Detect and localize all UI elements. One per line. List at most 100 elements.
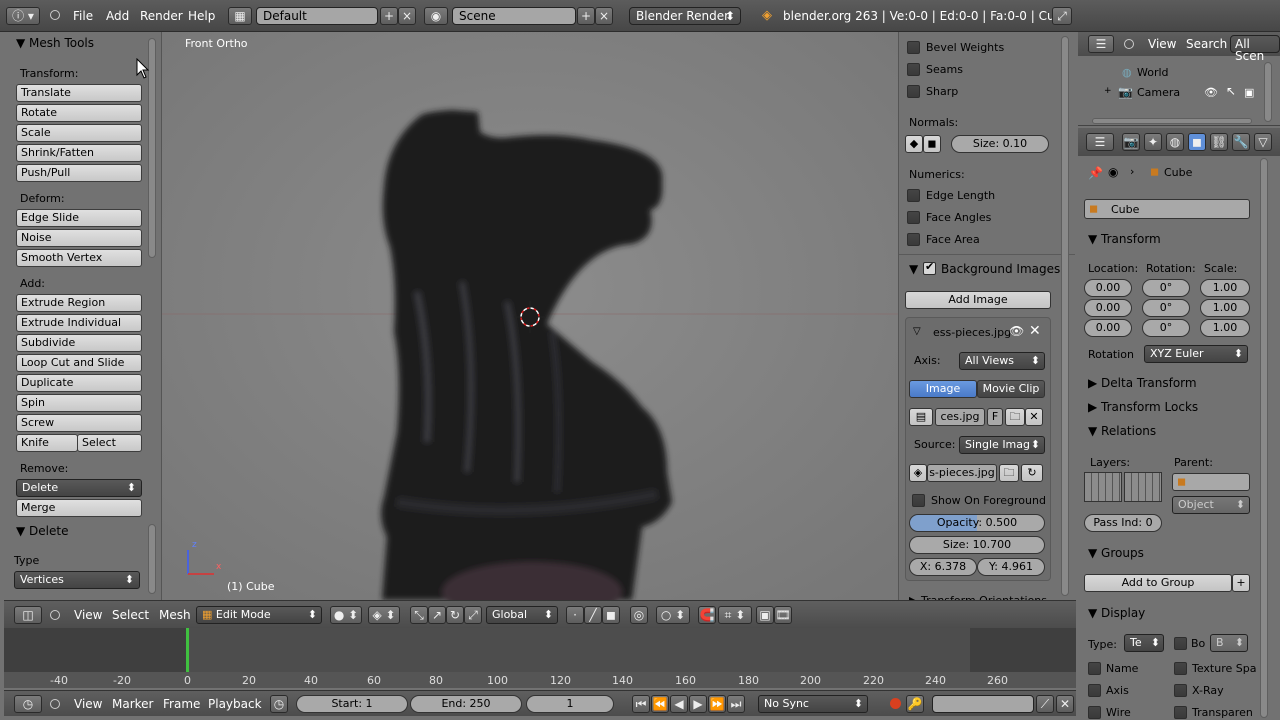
outliner-view-menu[interactable]: View <box>1148 37 1176 51</box>
timeline-area[interactable]: -40 -20 0 20 40 60 80 100 120 140 160 18… <box>4 628 1076 688</box>
edge-slide-button[interactable]: Edge Slide <box>16 209 142 227</box>
unlink-image-icon[interactable]: ✕ <box>1025 408 1043 426</box>
viewport-shading-icon[interactable]: ● ⬍ <box>330 606 362 624</box>
scene-field[interactable]: Scene <box>452 7 576 25</box>
shrink-fatten-button[interactable]: Shrink/Fatten <box>16 144 142 162</box>
axis-dropdown[interactable]: All Views ⬍ <box>959 352 1045 370</box>
timeline-view-menu[interactable]: View <box>74 697 102 711</box>
source-file-field[interactable]: s-pieces.jpg <box>927 464 997 482</box>
layers-grid-b[interactable] <box>1124 472 1162 502</box>
manipulator-toggle-icon[interactable]: ⤡ <box>410 606 428 624</box>
collapse-menu-icon[interactable] <box>1124 39 1134 49</box>
constraints-tab-icon[interactable]: ⛓ <box>1210 133 1228 151</box>
bevel-weights-checkbox[interactable] <box>907 41 920 54</box>
render-engine-dropdown[interactable]: Blender Render ⬍ <box>629 7 741 25</box>
merge-button[interactable]: Merge <box>16 499 142 517</box>
seams-checkbox[interactable] <box>907 63 920 76</box>
face-angles-checkbox[interactable] <box>907 211 920 224</box>
remove-layout-icon[interactable]: × <box>398 7 416 25</box>
mode-dropdown[interactable]: ▦ Edit Mode ⬍ <box>196 606 322 624</box>
snap-element-icon[interactable]: ⌗ ⬍ <box>718 606 752 624</box>
pin-icon[interactable]: 📌 <box>1088 166 1103 180</box>
subdivide-button[interactable]: Subdivide <box>16 334 142 352</box>
marker-menu[interactable]: Marker <box>112 697 153 711</box>
bg-x-offset-field[interactable]: X: 6.378 <box>909 558 977 576</box>
current-frame-marker[interactable] <box>186 628 189 672</box>
smooth-vertex-button[interactable]: Smooth Vertex <box>16 249 142 267</box>
data-tab-icon[interactable]: ▽ <box>1254 133 1272 151</box>
add-layout-icon[interactable]: + <box>380 7 398 25</box>
world-tab-icon[interactable]: ◍ <box>1166 133 1184 151</box>
knife-select-button[interactable]: Select <box>77 434 142 452</box>
jump-keyframe-forward-icon[interactable]: ⏩ <box>708 695 726 713</box>
extrude-region-button[interactable]: Extrude Region <box>16 294 142 312</box>
display-mode-dropdown[interactable]: All Scen <box>1230 35 1280 62</box>
render-still-icon[interactable]: ▣ <box>756 606 774 624</box>
source-folder-icon[interactable]: 🗀 <box>999 464 1019 482</box>
screw-button[interactable]: Screw <box>16 414 142 432</box>
sharp-checkbox[interactable] <box>907 85 920 98</box>
bounds-type-dropdown[interactable]: B ⬍ <box>1210 634 1248 652</box>
timeline-ruler[interactable] <box>4 672 1076 688</box>
scale-manipulator-icon[interactable]: ⤢ <box>464 606 482 624</box>
vertex-select-icon[interactable]: · <box>566 606 584 624</box>
restrict-select-icon[interactable]: ↖ <box>1226 84 1236 98</box>
fullscreen-icon[interactable]: ⤢ <box>1052 7 1072 25</box>
menu-file[interactable]: File <box>73 9 93 23</box>
layout-field[interactable]: Default <box>256 7 378 25</box>
collapse-menu-icon[interactable] <box>50 10 60 20</box>
outliner-search-menu[interactable]: Search <box>1186 37 1227 51</box>
transparent-checkbox[interactable] <box>1174 706 1187 719</box>
face-select-icon[interactable]: ◼ <box>602 606 620 624</box>
menu-render[interactable]: Render <box>140 9 183 23</box>
view3d-editor-type-icon[interactable]: ◫ <box>14 606 42 624</box>
insert-keyframe-icon[interactable]: ⟋ <box>1036 695 1054 713</box>
current-frame-field[interactable]: 1 <box>526 695 614 713</box>
name-checkbox[interactable] <box>1088 662 1101 675</box>
keying-set-field[interactable] <box>932 695 1034 713</box>
outliner-hscrollbar[interactable] <box>1092 118 1252 124</box>
delta-transform-header[interactable]: ▶ Delta Transform <box>1088 376 1197 390</box>
translate-button[interactable]: Translate <box>16 84 142 102</box>
keying-set-icon[interactable]: 🔑 <box>906 695 924 713</box>
timeline-editor-type-icon[interactable]: ◷ <box>14 695 42 713</box>
loop-cut-button[interactable]: Loop Cut and Slide <box>16 354 142 372</box>
pass-index-field[interactable]: Pass Ind: 0 <box>1084 514 1162 532</box>
parent-field[interactable]: ◼ <box>1172 473 1250 491</box>
screen-layout-icon[interactable]: ▦ <box>228 7 252 25</box>
open-folder-icon[interactable]: 🗀 <box>1005 408 1025 426</box>
face-normals-icon[interactable]: ◼ <box>923 135 941 153</box>
noise-button[interactable]: Noise <box>16 229 142 247</box>
axis-checkbox[interactable] <box>1088 684 1101 697</box>
scale-button[interactable]: Scale <box>16 124 142 142</box>
show-foreground-checkbox[interactable] <box>912 494 925 507</box>
expand-icon[interactable]: + <box>1104 86 1112 96</box>
object-tab-icon[interactable]: ◼ <box>1188 133 1206 151</box>
image-browse-icon[interactable]: ▤ <box>909 408 933 426</box>
start-frame-field[interactable]: Start: 1 <box>296 695 408 713</box>
bounds-checkbox[interactable] <box>1174 637 1187 650</box>
bg-images-checkbox[interactable]: ✔ <box>923 260 936 275</box>
bg-size-field[interactable]: Size: 10.700 <box>909 536 1045 554</box>
type-dropdown[interactable]: Vertices ⬍ <box>14 571 140 589</box>
display-header[interactable]: ▼ Display <box>1088 606 1145 620</box>
parent-type-dropdown[interactable]: Object ⬍ <box>1172 496 1250 514</box>
outliner-editor-type-icon[interactable]: ☰ <box>1088 35 1114 53</box>
play-icon[interactable]: ▶ <box>689 695 707 713</box>
visibility-eye-icon[interactable]: 👁 <box>1204 86 1218 99</box>
proportional-edit-icon[interactable]: ○ ⬍ <box>656 606 690 624</box>
location-y-field[interactable]: 0.00 <box>1084 299 1132 317</box>
frame-menu[interactable]: Frame <box>163 697 200 711</box>
normals-size-field[interactable]: Size: 0.10 <box>951 135 1049 153</box>
3d-viewport[interactable]: Front Ortho z x (1) Cube <box>162 32 898 600</box>
collapse-menu-icon[interactable] <box>50 699 60 709</box>
opacity-slider[interactable]: Opacity: 0.500 <box>909 514 1045 532</box>
rotation-x-field[interactable]: 0° <box>1142 279 1190 297</box>
object-name-field[interactable]: ◼ Cube <box>1084 199 1250 219</box>
auto-keyframe-record-icon[interactable] <box>890 698 901 709</box>
xray-checkbox[interactable] <box>1174 684 1187 697</box>
jump-end-icon[interactable]: ⏭ <box>727 695 745 713</box>
rotate-button[interactable]: Rotate <box>16 104 142 122</box>
npanel-scrollbar[interactable] <box>1061 36 1069 596</box>
groups-header[interactable]: ▼ Groups <box>1088 546 1144 560</box>
